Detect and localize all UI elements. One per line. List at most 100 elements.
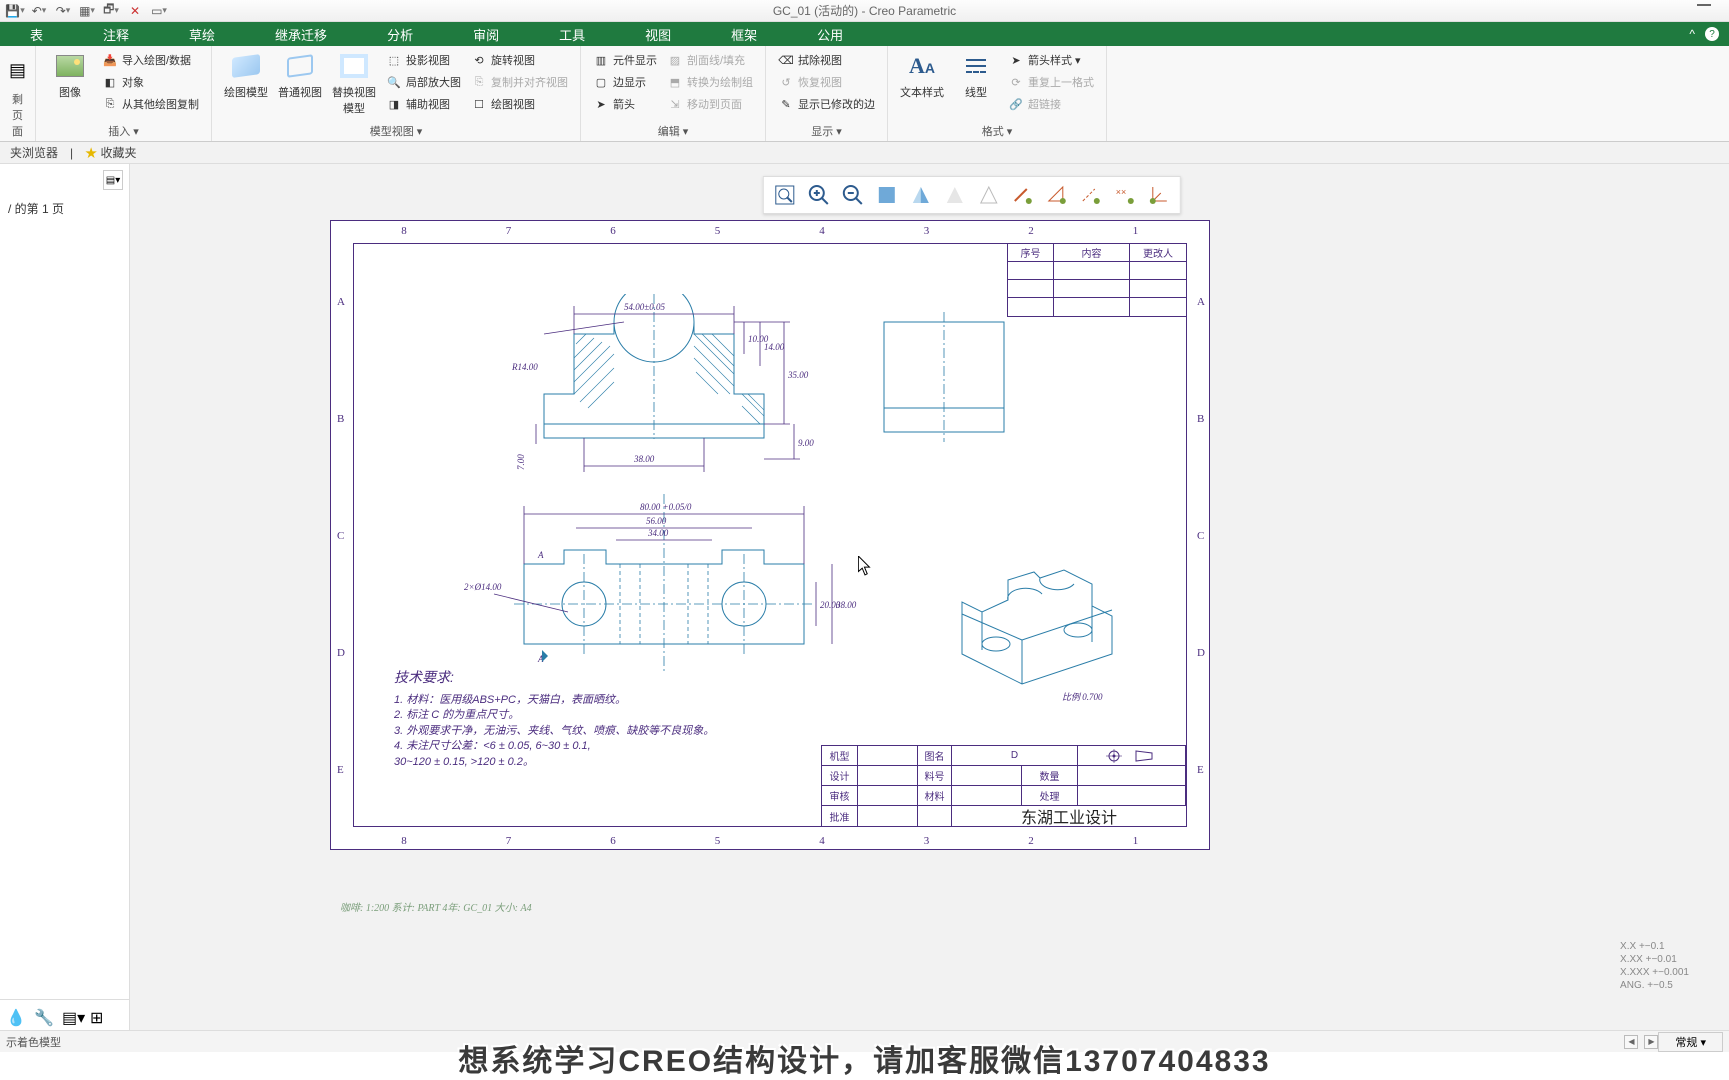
drawing-sheet[interactable]: 序号 内容 更改人 [330,220,1210,850]
tolerance-display: X.X +−0.1 X.XX +−0.01 X.XXX +−0.001 ANG.… [1620,940,1689,992]
company-name: 东湖工业设计 [952,806,1186,826]
group-label-format[interactable]: 格式 ▾ [898,121,1096,139]
datum-axis-icon[interactable] [1039,178,1073,212]
shade-3-icon[interactable] [937,178,971,212]
arrow-style-button[interactable]: ➤箭头样式 ▾ [1006,50,1096,70]
side-view[interactable] [874,312,1024,452]
zone-label: C [337,530,344,542]
tree-settings-icon[interactable]: ▤▾ [103,170,123,190]
csys2-icon[interactable] [1141,178,1175,212]
tab-view[interactable]: 视图 [615,22,701,46]
zone-label: 2 [1028,225,1034,237]
csys-icon[interactable]: ×× [1107,178,1141,212]
status-text: 示着色模型 [6,1034,61,1050]
tree-page-node[interactable]: / 的第 1 页 [0,196,129,221]
zone-label: A [337,296,345,308]
drawing-view-button[interactable]: ☐绘图视图 [469,94,570,114]
top-view[interactable]: 80.00 +0.05/0 56.00 34.00 2×Ø14.00 20.00… [464,494,864,694]
workspace: ▤▾ / 的第 1 页 💧▾ 🔧▾ ▤▾ ⊞ ×× [0,164,1729,1034]
front-section-view[interactable]: R14.00 54.00±0.05 10.00 14.00 35.00 9.00… [484,294,844,494]
tab-table[interactable]: 表 [0,22,73,46]
save-icon[interactable]: 💾▾ [6,2,24,20]
isometric-view[interactable]: 比例 0.700 [942,544,1142,704]
zoom-fit-icon[interactable] [767,178,801,212]
group-label-display[interactable]: 显示 ▾ [776,121,877,139]
auxiliary-view-button[interactable]: ◨辅助视图 [384,94,463,114]
tab-analysis[interactable]: 分析 [357,22,443,46]
sheet-border: 序号 内容 更改人 [353,243,1187,827]
tab-tools[interactable]: 工具 [529,22,615,46]
text-style-button[interactable]: AA文本样式 [898,50,946,114]
windows-icon[interactable]: 🗗▾ [102,2,120,20]
svg-text:××: ×× [1115,187,1126,197]
tab-sketch[interactable]: 草绘 [159,22,245,46]
arrow-button[interactable]: ➤箭头 [591,94,659,114]
show-modified-edge-button[interactable]: ✎显示已修改的边 [776,94,877,114]
projection-view-button[interactable]: ⬚投影视图 [384,50,463,70]
erase-view-button[interactable]: ⌫拭除视图 [776,50,877,70]
zone-label: 5 [715,225,721,237]
minimize-icon[interactable] [1697,4,1711,6]
list-icon[interactable]: ▤▾ [62,1008,80,1026]
redo-icon[interactable]: ↷▾ [54,2,72,20]
svg-text:14.00: 14.00 [764,342,785,352]
tab-public[interactable]: 公用 [787,22,873,46]
component-display-button[interactable]: ▥元件显示 [591,50,659,70]
tab-review[interactable]: 审阅 [443,22,529,46]
restore-view-button: ↺恢复视图 [776,72,877,92]
image-button[interactable]: 图像 [46,50,94,114]
zoom-out-icon[interactable] [835,178,869,212]
detail-view-button[interactable]: 🔍局部放大图 [384,72,463,92]
datum-plane-icon[interactable] [1005,178,1039,212]
shade-2-icon[interactable] [903,178,937,212]
tab-inherit[interactable]: 继承迁移 [245,22,357,46]
page-layout-icon[interactable]: ▤ [9,60,26,81]
copy-from-drawing-button[interactable]: ⎘从其他绘图复制 [100,94,201,114]
filter-icon[interactable]: 💧▾ [6,1008,24,1026]
tab-frame[interactable]: 框架 [701,22,787,46]
tree-icon[interactable]: ⊞ [90,1008,108,1026]
svg-text:比例 0.700: 比例 0.700 [1062,692,1103,702]
tab-browser[interactable]: 夹浏览器 [4,142,64,163]
move-to-page-button: ⇲移动到页面 [665,94,755,114]
general-view-button[interactable]: 普通视图 [276,50,324,116]
group-label-insert[interactable]: 插入 ▾ [46,121,201,139]
tab-favorites[interactable]: ★ 收藏夹 [79,142,142,163]
zone-label: D [337,647,345,659]
scroll-left-icon[interactable]: ◀ [1624,1035,1638,1049]
svg-text:38.00: 38.00 [633,454,655,464]
zone-label: B [1197,413,1204,425]
selection-mode[interactable]: 常规 ▾ [1658,1032,1723,1052]
zoom-in-icon[interactable] [801,178,835,212]
undo-icon[interactable]: ↶▾ [30,2,48,20]
tab-sep: | [70,146,73,160]
rotate-view-button[interactable]: ⟲旋转视图 [469,50,570,70]
scroll-right-icon[interactable]: ▶ [1644,1035,1658,1049]
datum-point-icon[interactable] [1073,178,1107,212]
svg-text:2×Ø14.00: 2×Ø14.00 [464,582,502,592]
replace-view-model-button[interactable]: 替换视图 模型 [330,50,378,116]
drawing-model-button[interactable]: 绘图模型 [222,50,270,116]
line-style-button[interactable]: 线型 [952,50,1000,114]
drawing-canvas[interactable]: ×× 序号 内容 更改人 [130,164,1729,1034]
tools-icon[interactable]: 🔧▾ [34,1008,52,1026]
regenerate-icon[interactable]: ▦▾ [78,2,96,20]
close-icon[interactable]: ✕ [126,2,144,20]
notes-title: 技术要求: [394,667,714,687]
zone-label: 1 [1133,225,1139,237]
object-button[interactable]: ◧对象 [100,72,201,92]
edge-display-button[interactable]: ▢边显示 [591,72,659,92]
shade-4-icon[interactable] [971,178,1005,212]
import-drawing-button[interactable]: 📥导入绘图/数据 [100,50,201,70]
ribbon-collapse-icon[interactable]: ^ [1689,27,1695,41]
tab-annotate[interactable]: 注释 [73,22,159,46]
group-label-edit[interactable]: 编辑 ▾ [591,121,755,139]
new-icon[interactable]: ▭▾ [150,2,168,20]
zone-label: 4 [819,225,825,237]
zone-label: 1 [1133,835,1139,847]
shade-1-icon[interactable] [869,178,903,212]
zone-label: B [337,413,344,425]
group-label-modelview[interactable]: 模型视图 ▾ [222,121,570,139]
window-title: GC_01 (活动的) - Creo Parametric [773,2,956,19]
ribbon-help-icon[interactable]: ? [1705,27,1719,41]
